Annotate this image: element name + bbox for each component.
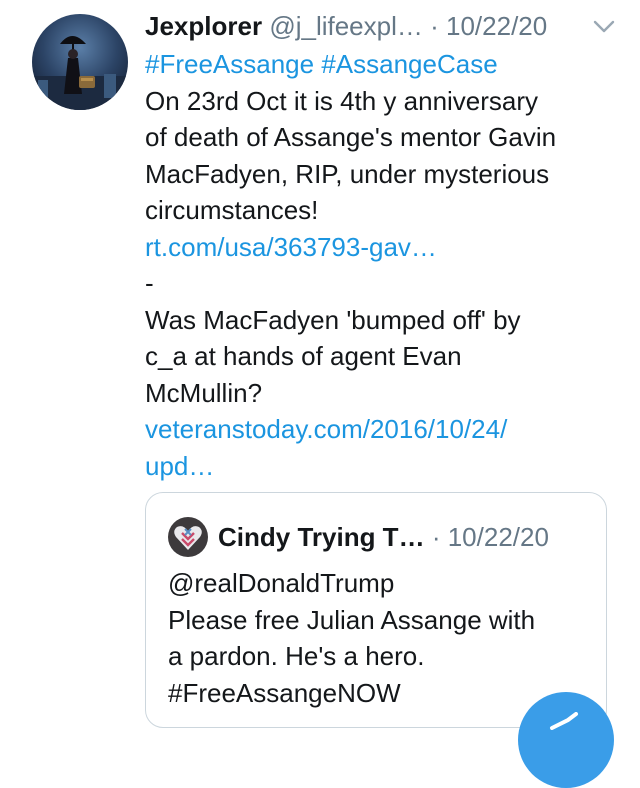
quoted-tweet-card[interactable]: Cindy Trying T… · 10/22/20 @realDonaldTr… bbox=[145, 492, 607, 728]
quoted-text-line: a pardon. He's a hero. bbox=[168, 641, 425, 671]
quoted-header-separator: · bbox=[431, 522, 441, 552]
chevron-down-icon[interactable] bbox=[593, 20, 615, 34]
author-name[interactable]: Jexplorer bbox=[145, 11, 262, 41]
quoted-tweet-date: 10/22/20 bbox=[447, 522, 549, 552]
author-avatar[interactable] bbox=[32, 14, 128, 110]
tweet-text-line: - bbox=[145, 268, 154, 298]
tweet-hashtags[interactable]: #FreeAssange #AssangeCase bbox=[145, 46, 615, 83]
quoted-tweet-header: Cindy Trying T… · 10/22/20 bbox=[218, 519, 549, 555]
author-handle[interactable]: @j_lifeexpl… bbox=[269, 11, 423, 41]
tweet-link-rt[interactable]: rt.com/usa/363793-gav… bbox=[145, 229, 615, 266]
tweet-header: Jexplorer @j_lifeexpl… · 10/22/20 bbox=[145, 8, 615, 44]
tweet-text-line: MacFadyen, RIP, under mysterious bbox=[145, 158, 550, 189]
quoted-author-avatar[interactable] bbox=[168, 517, 208, 557]
tweet-text-line: On 23rd Oct it is 4th y anniversary bbox=[145, 85, 539, 116]
tweet-link-veteranstoday[interactable]: veteranstoday.com/2016/10/24/ bbox=[145, 411, 615, 448]
quoted-text-line: Please free Julian Assange with bbox=[168, 604, 536, 635]
tweet-text-line: c_a at hands of agent Evan bbox=[145, 341, 462, 371]
tweet-text-line: Was MacFadyen 'bumped off' by bbox=[145, 304, 521, 335]
quoted-tweet-text: @realDonaldTrump Please free Julian Assa… bbox=[168, 565, 598, 711]
compose-tweet-button[interactable] bbox=[518, 692, 614, 788]
header-separator: · bbox=[430, 11, 439, 41]
tweet-link-veteranstoday-cont[interactable]: upd… bbox=[145, 448, 615, 485]
quoted-author-name[interactable]: Cindy Trying T… bbox=[218, 522, 425, 552]
compose-tweet-icon bbox=[550, 712, 578, 730]
tweet-text-line: McMullin? bbox=[145, 377, 263, 408]
tweet-date[interactable]: 10/22/20 bbox=[446, 11, 547, 41]
quoted-mention: @realDonaldTrump bbox=[168, 568, 395, 598]
tweet-text-line: of death of Assange's mentor Gavin bbox=[145, 122, 557, 152]
tweet-text-line: circumstances! bbox=[145, 195, 319, 225]
tweet-text: #FreeAssange #AssangeCase On 23rd Oct it… bbox=[145, 46, 615, 484]
